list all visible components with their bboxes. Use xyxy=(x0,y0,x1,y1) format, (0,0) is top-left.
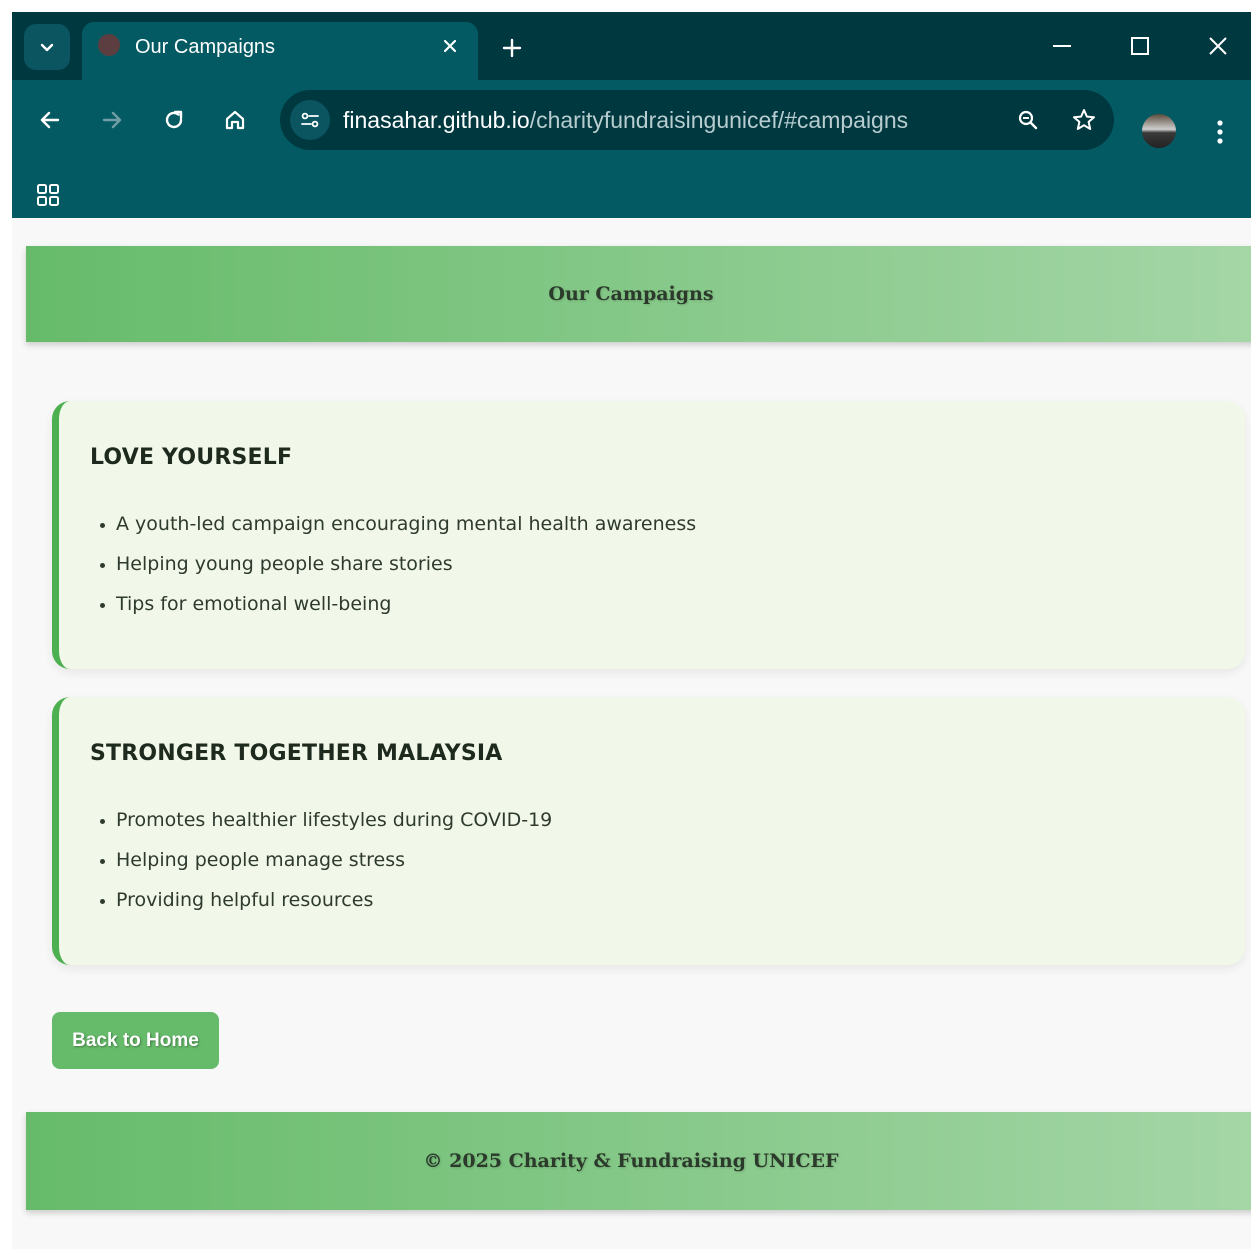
forward-nav-button[interactable] xyxy=(92,100,132,140)
maximize-button[interactable] xyxy=(1118,26,1162,66)
tab-close-button[interactable] xyxy=(436,32,464,60)
campaign-card-love-yourself: LOVE YOURSELF A youth-led campaign encou… xyxy=(52,401,1245,669)
close-icon xyxy=(1209,37,1227,55)
minimize-button[interactable] xyxy=(1040,26,1084,66)
list-item: Providing helpful resources xyxy=(116,885,552,925)
tab-strip: Our Campaigns xyxy=(12,12,1251,80)
zoom-icon xyxy=(1018,110,1038,130)
home-icon xyxy=(225,110,245,130)
campaign-title: STRONGER TOGETHER MALAYSIA xyxy=(90,741,503,766)
campaign-title: LOVE YOURSELF xyxy=(90,445,293,470)
close-window-button[interactable] xyxy=(1196,26,1240,66)
bookmark-button[interactable] xyxy=(1064,100,1104,140)
tab-search-icon xyxy=(40,43,54,52)
plus-icon xyxy=(502,38,522,58)
page-header: Our Campaigns xyxy=(26,246,1251,342)
home-button[interactable] xyxy=(215,100,255,140)
tab-search-button[interactable] xyxy=(24,24,70,70)
tab-active[interactable]: Our Campaigns xyxy=(82,22,478,80)
campaign-card-stronger-together: STRONGER TOGETHER MALAYSIA Promotes heal… xyxy=(52,697,1245,965)
back-nav-button[interactable] xyxy=(30,100,70,140)
url-path: /charityfundraisingunicef/#campaigns xyxy=(529,107,909,133)
back-arrow-icon xyxy=(40,111,60,129)
apps-button[interactable] xyxy=(28,175,68,215)
page-footer: © 2025 Charity & Fundraising UNICEF xyxy=(26,1112,1251,1210)
list-item: Promotes healthier lifestyles during COV… xyxy=(116,805,552,845)
site-info-button[interactable] xyxy=(290,100,330,140)
address-bar[interactable]: finasahar.github.io/charityfundraisingun… xyxy=(280,90,1114,150)
tab-title: Our Campaigns xyxy=(135,36,276,58)
forward-arrow-icon xyxy=(102,111,122,129)
list-item: Helping young people share stories xyxy=(116,549,696,589)
browser-window: Our Campaigns finasahar.github.io/charit… xyxy=(12,12,1251,1249)
list-item: Tips for emotional well-being xyxy=(116,589,696,629)
maximize-icon xyxy=(1131,37,1149,55)
footer-copyright: © 2025 Charity & Fundraising UNICEF xyxy=(423,1150,839,1172)
url-host: finasahar.github.io xyxy=(343,107,530,133)
browser-menu-button[interactable] xyxy=(1200,112,1240,152)
page-content: Our Campaigns LOVE YOURSELF A youth-led … xyxy=(12,218,1251,1249)
globe-icon xyxy=(98,34,120,56)
minimize-icon xyxy=(1053,45,1071,47)
zoom-button[interactable] xyxy=(1008,100,1048,140)
new-tab-button[interactable] xyxy=(494,30,530,66)
menu-dots-icon xyxy=(1217,120,1223,144)
url-text[interactable]: finasahar.github.io/charityfundraisingun… xyxy=(343,106,908,134)
list-item: A youth-led campaign encouraging mental … xyxy=(116,509,696,549)
list-item: Helping people manage stress xyxy=(116,845,552,885)
apps-grid-icon xyxy=(37,184,59,206)
page-title: Our Campaigns xyxy=(548,283,714,305)
profile-avatar[interactable] xyxy=(1142,114,1176,148)
campaign-points: Promotes healthier lifestyles during COV… xyxy=(90,805,552,925)
site-settings-icon xyxy=(301,112,319,128)
campaign-points: A youth-led campaign encouraging mental … xyxy=(90,509,696,629)
browser-toolbar: finasahar.github.io/charityfundraisingun… xyxy=(12,80,1251,218)
back-to-home-button[interactable]: Back to Home xyxy=(52,1012,219,1069)
close-icon xyxy=(443,39,457,53)
reload-button[interactable] xyxy=(154,100,194,140)
reload-icon xyxy=(165,110,183,129)
star-icon xyxy=(1073,109,1095,130)
